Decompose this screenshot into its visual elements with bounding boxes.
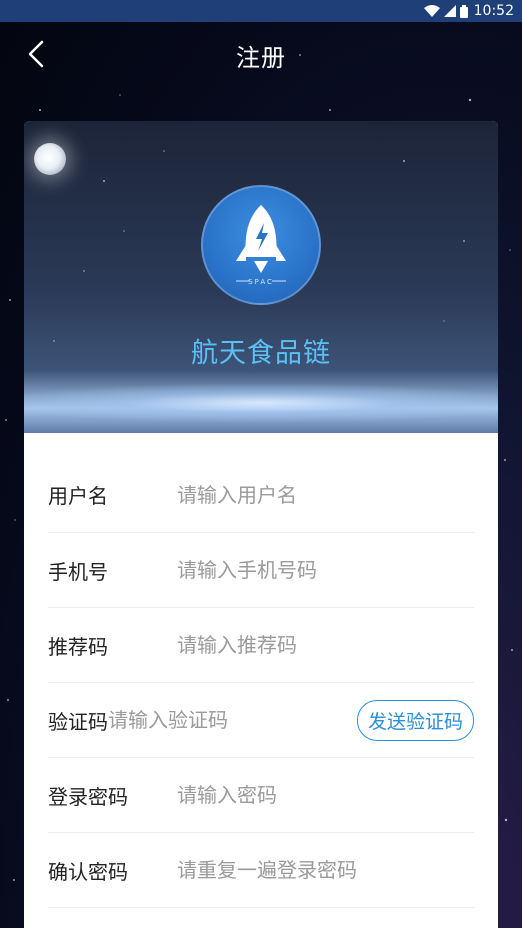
verification-label: 验证码 [48,709,108,734]
status-time: 10:52 [473,3,514,19]
confirm-password-label: 确认密码 [48,859,128,884]
confirm-password-input[interactable] [177,850,474,890]
field-password: 登录密码 [48,758,474,833]
back-button[interactable] [18,36,54,72]
wifi-icon [423,5,440,17]
moon-image [34,143,66,175]
horizon-glow [24,383,498,423]
phone-input[interactable] [177,550,474,590]
register-form: 用户名 手机号 推荐码 验证码 发送验证码 登录密码 确认密码 [24,433,498,908]
chevron-left-icon [28,40,44,68]
phone-label: 手机号 [48,559,108,584]
app-name: 航天食品链 [191,338,331,369]
field-referral: 推荐码 [48,608,474,683]
register-card: SPAC 航天食品链 用户名 手机号 推荐码 验证码 发送验证码 登录密码 确认… [24,121,498,928]
field-phone: 手机号 [48,533,474,608]
signal-icon [443,5,456,17]
username-input[interactable] [177,474,474,515]
banner: SPAC 航天食品链 [24,121,498,433]
status-bar: 10:52 [0,0,522,22]
password-label: 登录密码 [48,784,128,809]
referral-input[interactable] [177,625,474,665]
password-input[interactable] [177,775,474,815]
status-icons [423,4,468,18]
app-logo: SPAC [201,185,321,305]
header: 注册 [0,22,522,88]
username-label: 用户名 [48,484,108,508]
referral-label: 推荐码 [48,634,108,659]
rocket-icon: SPAC [236,205,286,286]
battery-icon [459,4,468,18]
field-username: 用户名 [48,433,474,533]
field-confirm-password: 确认密码 [48,833,474,908]
send-code-button[interactable]: 发送验证码 [356,699,474,741]
page-title: 注册 [236,43,286,72]
logo-text: SPAC [248,278,274,286]
verification-input[interactable] [107,700,357,740]
field-verification: 验证码 发送验证码 [48,683,474,758]
